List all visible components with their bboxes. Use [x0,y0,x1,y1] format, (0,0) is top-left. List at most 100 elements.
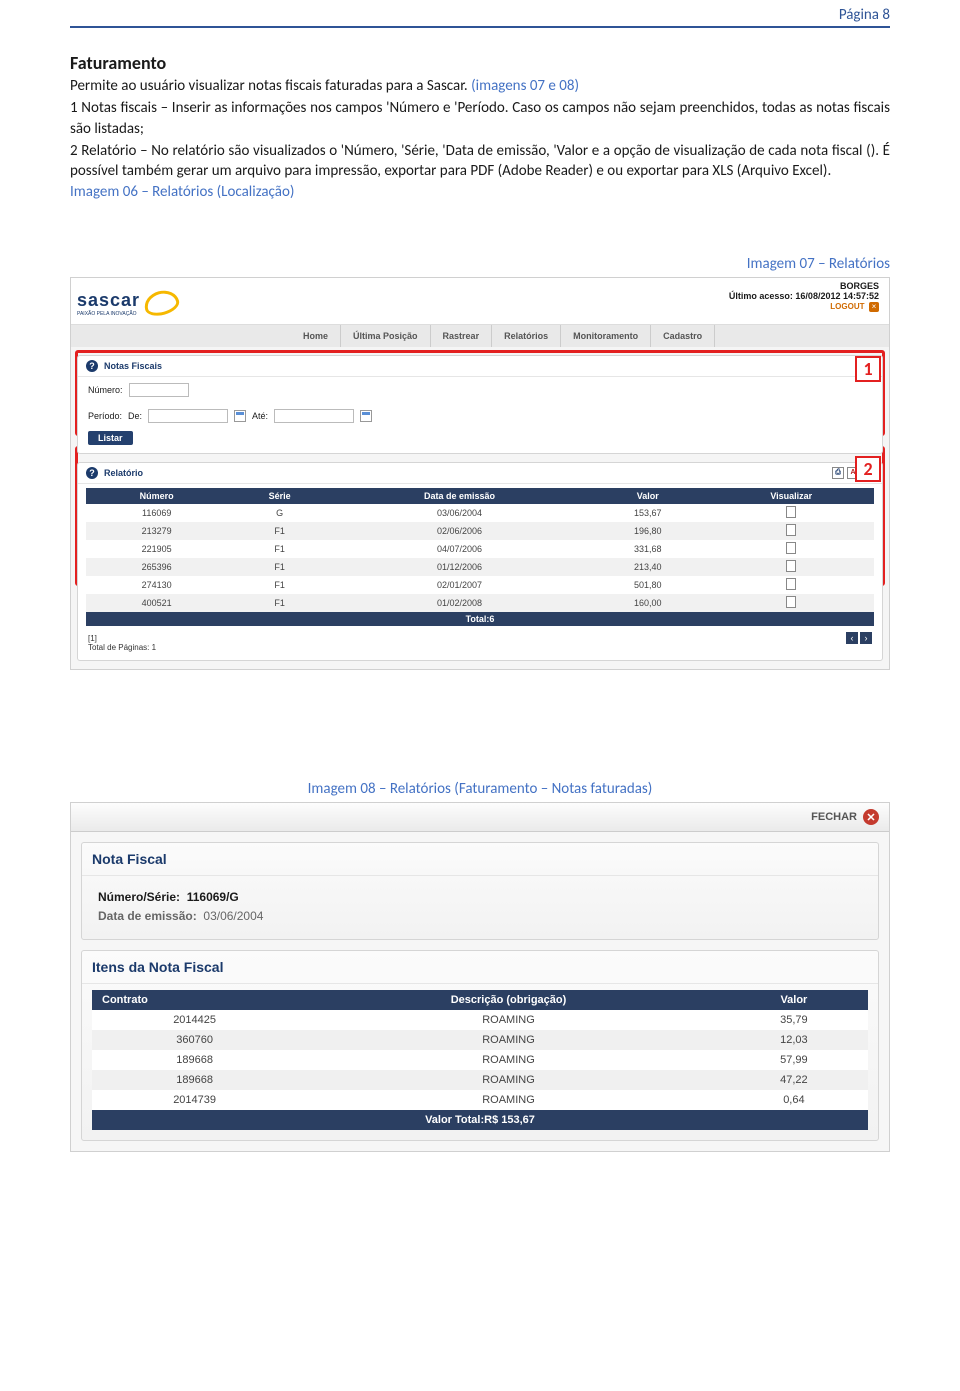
view-icon[interactable] [786,578,796,590]
cell-numero: 400521 [86,594,227,612]
cell-data: 01/12/2006 [332,558,587,576]
label-de: De: [128,411,142,421]
logo-word: sascar [77,290,140,311]
logo-sub: PAIXÃO PELA INOVAÇÃO [77,311,140,317]
caption-imagem-06: Imagem 06 – Relatórios (Localização) [70,183,890,201]
nav-home[interactable]: Home [291,325,341,347]
numserie-label: Número/Série: [98,888,180,907]
nav-cadastro[interactable]: Cadastro [651,325,715,347]
nav-rastrear[interactable]: Rastrear [431,325,493,347]
calendar-icon[interactable] [234,410,246,422]
cell-data: 04/07/2006 [332,540,587,558]
caption-imagem-08: Imagem 08 – Relatórios (Faturamento – No… [70,780,890,798]
callout-badge-1: 1 [855,356,881,382]
cell-numero: 116069 [86,504,227,522]
cell-visualizar [708,594,874,612]
screenshot-nota-fiscal-detail: FECHAR ✕ Nota Fiscal Número/Série: 11606… [70,802,890,1151]
screenshot-relatorios: 1 2 sascar PAIXÃO PELA INOVAÇÃO BORGES Ú… [70,277,890,670]
table-header-row: Contrato Descrição (obrigação) Valor [92,990,868,1010]
nav-monitoramento[interactable]: Monitoramento [561,325,651,347]
panel-relatorio: ? Relatório ⎙ A X Número Série Data de e… [77,462,883,661]
nav-relatorios[interactable]: Relatórios [492,325,561,347]
cell-valor: 47,22 [720,1070,868,1090]
section-title: Faturamento [70,52,890,74]
body-point-1: 1 Notas fiscais – Inserir as informações… [70,98,890,139]
view-icon[interactable] [786,506,796,518]
pager-total: Total de Páginas: 1 [88,643,872,652]
logo: sascar PAIXÃO PELA INOVAÇÃO [77,282,257,324]
cell-descricao: ROAMING [297,1010,720,1030]
page-link-1[interactable]: [1] [88,634,872,643]
cell-serie: F1 [227,558,332,576]
cell-visualizar [708,576,874,594]
panel-relatorio-title: Relatório [104,468,143,478]
cell-numero: 221905 [86,540,227,558]
images-ref: (imagens 07 e 08) [471,77,579,95]
cell-valor: 35,79 [720,1010,868,1030]
panel-notas-fiscais-title: Notas Fiscais [104,361,162,371]
help-icon[interactable]: ? [86,467,98,479]
panel-notas-fiscais: ? Notas Fiscais Número: Período: De: Até… [77,355,883,454]
table-header-row: Número Série Data de emissão Valor Visua… [86,488,874,504]
view-icon[interactable] [786,596,796,608]
col-data-emissao: Data de emissão [332,488,587,504]
view-icon[interactable] [786,524,796,536]
nav-ultima-posicao[interactable]: Última Posição [341,325,431,347]
cell-data: 02/06/2006 [332,522,587,540]
cell-contrato: 2014425 [92,1010,297,1030]
col-valor: Valor [720,990,868,1010]
panel-itens-nota: Itens da Nota Fiscal Contrato Descrição … [81,950,879,1141]
cell-serie: G [227,504,332,522]
cell-visualizar [708,558,874,576]
cell-data: 01/02/2008 [332,594,587,612]
user-info: BORGES Último acesso: 16/08/2012 14:57:5… [729,282,879,312]
main-nav: Home Última Posição Rastrear Relatórios … [71,325,889,347]
help-icon[interactable]: ? [86,360,98,372]
logo-ring-icon [142,287,182,319]
view-icon[interactable] [786,560,796,572]
cell-visualizar [708,522,874,540]
input-de[interactable] [148,409,228,423]
body-line-1: Permite ao usuário visualizar notas fisc… [70,76,890,96]
cell-visualizar [708,504,874,522]
view-icon[interactable] [786,542,796,554]
cell-valor: 196,80 [587,522,708,540]
pager-next-icon[interactable]: › [860,632,872,644]
last-access-value: 16/08/2012 14:57:52 [795,291,879,301]
table-total: Valor Total:R$ 153,67 [92,1110,868,1130]
print-icon[interactable]: ⎙ [832,467,844,479]
emissao-value: 03/06/2004 [203,909,263,923]
cell-contrato: 189668 [92,1050,297,1070]
table-total: Total:6 [86,612,874,626]
logout-link[interactable]: LOGOUT [830,302,864,311]
close-icon[interactable]: ✕ [863,809,879,825]
close-label[interactable]: FECHAR [811,811,857,823]
cell-valor: 153,67 [587,504,708,522]
col-serie: Série [227,488,332,504]
input-ate[interactable] [274,409,354,423]
panel-relatorio-header: ? Relatório ⎙ A X [78,463,882,484]
pager-prev-icon[interactable]: ‹ [846,632,858,644]
cell-contrato: 2014739 [92,1090,297,1110]
input-numero[interactable] [129,383,189,397]
listar-button[interactable]: Listar [88,431,133,445]
cell-descricao: ROAMING [297,1050,720,1070]
nota-fiscal-meta: Número/Série: 116069/G Data de emissão: … [82,876,878,938]
pager: [1] Total de Páginas: 1 ‹ › [78,630,882,660]
table-row: 2014425ROAMING35,79 [92,1010,868,1030]
cell-serie: F1 [227,576,332,594]
table-row: 400521F101/02/2008160,00 [86,594,874,612]
col-valor: Valor [587,488,708,504]
table-row: 2014739ROAMING0,64 [92,1090,868,1110]
calendar-icon[interactable] [360,410,372,422]
label-numero: Número: [88,385,123,395]
numserie-value: 116069/G [187,888,239,907]
cell-serie: F1 [227,540,332,558]
cell-valor: 160,00 [587,594,708,612]
page-number: Página 8 [839,6,890,24]
panel-itens-nota-title: Itens da Nota Fiscal [82,951,878,984]
cell-numero: 213279 [86,522,227,540]
table-row: 189668ROAMING47,22 [92,1070,868,1090]
logout-icon[interactable]: × [869,302,879,312]
panel-notas-fiscais-header: ? Notas Fiscais [78,356,882,377]
